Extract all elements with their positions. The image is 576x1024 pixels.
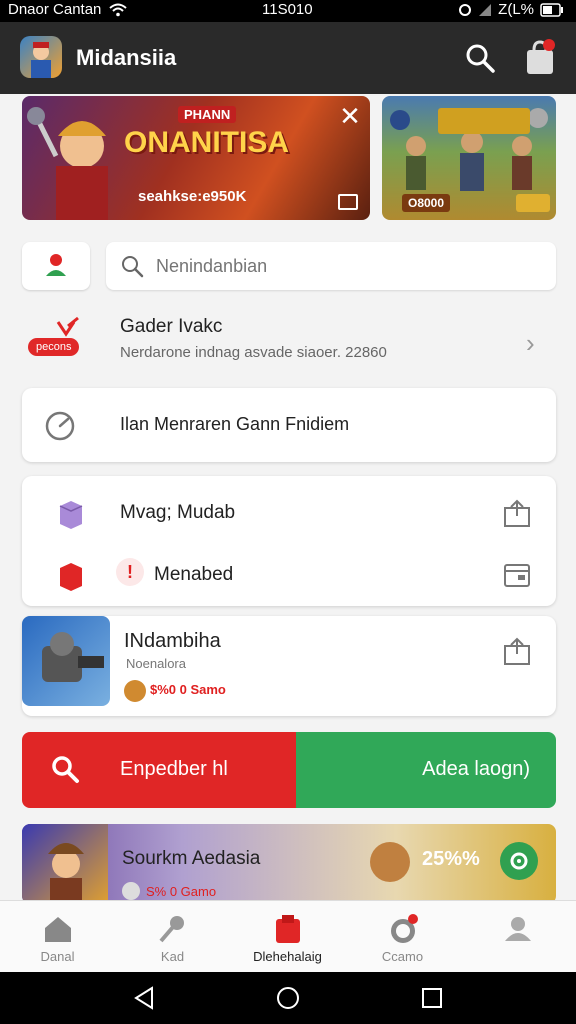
profile-button[interactable] (22, 242, 90, 290)
list-card: Mvag; Mudab ! Menabed (22, 476, 556, 606)
cart-button[interactable] (524, 38, 558, 76)
nav-item-home[interactable]: Danal (0, 901, 115, 973)
search-icon (122, 256, 144, 278)
coin-icon (124, 680, 146, 702)
menu-card[interactable]: Ilan Menraren Gann Fnidiem (22, 388, 556, 462)
nav-label: Kad (160, 949, 185, 964)
secondary-banner-title-plate (438, 108, 530, 134)
search-icon (52, 756, 79, 783)
nav-item-store[interactable]: Dlehehalaig (230, 901, 345, 973)
add-action-button[interactable]: Adea laogn) (296, 732, 556, 808)
sync-icon (459, 3, 472, 16)
notice-badge: pecons (28, 338, 80, 356)
promo-thumbnail (22, 824, 108, 900)
menu-card-label: Ilan Menraren Gann Fnidiem (120, 414, 350, 434)
shopping-bag-icon (527, 39, 555, 74)
user-icon (46, 254, 66, 276)
nav-item-profile[interactable] (460, 901, 575, 973)
app-logo-icon (20, 36, 62, 78)
secondary-banner[interactable]: O8000 (382, 96, 556, 220)
battery-icon (540, 2, 563, 17)
alert-badge: ! (116, 558, 144, 586)
list-item[interactable]: ! Menabed (22, 542, 556, 602)
secondary-banner-price: O8000 (402, 194, 451, 212)
game-title: INdambiha (124, 630, 221, 652)
store-icon (276, 915, 300, 943)
battery-percent: Z(L% (498, 1, 534, 18)
gauge-icon (45, 411, 75, 441)
home-circle-icon[interactable] (276, 986, 300, 1010)
notice-text: Nerdarone indnag asvade siaoer. 22860 (120, 344, 387, 361)
notice-item[interactable]: pecons Gader Ivakc Nerdarone indnag asva… (22, 304, 556, 382)
wifi-icon (109, 3, 128, 16)
notice-title: Gader Ivakc (120, 316, 223, 337)
system-navigation-bar (0, 972, 576, 1024)
search-icon (466, 44, 495, 73)
expand-icon[interactable] (338, 194, 358, 210)
tools-icon (159, 916, 184, 943)
banner-title: ONANITISA (124, 126, 289, 159)
nav-label: Dlehehalaig (253, 949, 322, 964)
close-icon: ✕ (339, 101, 361, 131)
search-bar[interactable] (106, 242, 556, 290)
purple-box-icon (59, 501, 83, 529)
game-price: $%0 0 Samo (150, 682, 226, 697)
signal-icon (479, 3, 492, 16)
red-box-icon (60, 563, 82, 591)
home-icon (45, 917, 71, 942)
game-subtitle: Noenalora (126, 656, 186, 671)
nav-item-tools[interactable]: Kad (115, 901, 230, 973)
coin-icon (122, 882, 140, 900)
banner-tag: PHANN (178, 106, 237, 123)
banner-subtitle: seahkse:e950K (138, 188, 247, 205)
calendar-icon[interactable] (502, 560, 532, 590)
avatar (370, 842, 410, 882)
list-item-label: Mvag; Mudab (120, 502, 236, 523)
promo-percent: 25%% (422, 848, 480, 870)
status-bar: Dnaor Cantan 11S010 Z(L% (0, 0, 576, 22)
banner-close-button[interactable]: ✕ (338, 101, 362, 131)
list-item-label: Menabed (154, 564, 234, 585)
search-action-button[interactable]: Enpedber hl (22, 732, 296, 808)
share-icon[interactable] (502, 498, 532, 528)
clock: 11S010 (262, 1, 313, 18)
game-card[interactable]: INdambiha Noenalora $%0 0 Samo (22, 616, 556, 716)
carrier-text: Dnaor Cantan (8, 1, 102, 18)
list-item[interactable]: Mvag; Mudab (22, 480, 556, 540)
search-action-label: Enpedber hl (120, 758, 228, 780)
app-bar: Midansiia (0, 22, 576, 94)
app-title: Midansiia (76, 45, 177, 70)
promo-title: Sourkm Aedasia (122, 848, 261, 869)
recents-icon[interactable] (420, 986, 444, 1010)
share-icon[interactable] (502, 636, 532, 666)
back-icon[interactable] (132, 986, 156, 1010)
settings-button[interactable] (500, 842, 538, 880)
nav-label: Ccamo (381, 949, 424, 964)
gear-icon (510, 852, 528, 870)
search-input[interactable] (156, 250, 536, 282)
main-content[interactable]: PHANN ONANITISA seahkse:e950K ✕ O8000 pe… (0, 94, 576, 900)
chevron-right-icon: › (526, 328, 535, 358)
nav-label: Danal (40, 949, 75, 964)
promo-price: S% 0 Gamo (146, 884, 217, 899)
notification-icon (391, 914, 418, 943)
profile-icon (505, 917, 531, 941)
split-action-button: Enpedber hl Adea laogn) (22, 732, 556, 808)
game-thumbnail (22, 616, 110, 706)
nav-item-notifications[interactable]: Ccamo (345, 901, 460, 973)
add-action-label: Adea laogn) (422, 758, 530, 780)
search-button[interactable] (464, 42, 496, 74)
promo-card[interactable]: Sourkm Aedasia S% 0 Gamo 25%% (22, 824, 556, 900)
secondary-banner-badge (516, 194, 550, 212)
featured-banner[interactable]: PHANN ONANITISA seahkse:e950K ✕ (22, 96, 370, 220)
bottom-navigation: Danal Kad Dlehehalaig Ccamo (0, 900, 576, 972)
